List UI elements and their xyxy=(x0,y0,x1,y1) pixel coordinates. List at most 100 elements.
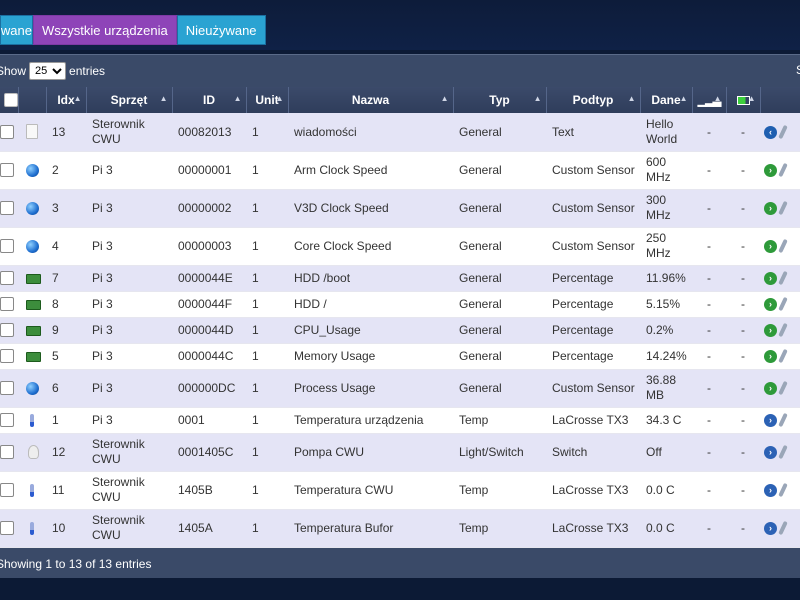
table-row: 9 Pi 3 0000044D 1 CPU_Usage General Percentage… xyxy=(0,317,800,344)
edit-pencil-icon[interactable] xyxy=(778,483,788,498)
id-cell: 0000044F xyxy=(172,291,246,318)
row-checkbox[interactable] xyxy=(0,413,14,428)
device-icon-cell xyxy=(18,189,46,228)
row-actions-cell: › xyxy=(760,471,800,510)
edit-pencil-icon[interactable] xyxy=(778,349,788,364)
select-all-checkbox[interactable] xyxy=(4,93,17,108)
activate-icon[interactable]: › xyxy=(764,521,777,535)
battery-cell: - xyxy=(726,113,760,152)
devices-panel: Show 25 entries S Idx▲ Sprzęt▲ ID▲ Unit▲… xyxy=(0,54,800,579)
thermometer-icon xyxy=(30,414,34,428)
subtype-cell: Text xyxy=(546,113,640,152)
bottom-band xyxy=(0,578,800,600)
edit-pencil-icon[interactable] xyxy=(778,381,788,396)
data-cell: 0.2% xyxy=(640,317,692,344)
edit-pencil-icon[interactable] xyxy=(778,297,788,312)
add-favorite-icon[interactable]: › xyxy=(764,349,777,363)
signal-cell: - xyxy=(692,317,726,344)
row-checkbox[interactable] xyxy=(0,297,14,312)
row-checkbox[interactable] xyxy=(0,239,14,254)
edit-pencil-icon[interactable] xyxy=(778,124,788,140)
row-checkbox[interactable] xyxy=(0,125,14,140)
type-cell: General xyxy=(453,227,546,266)
type-cell: General xyxy=(453,317,546,344)
column-header-unit[interactable]: Unit ▲ xyxy=(246,87,289,113)
select-all-header[interactable] xyxy=(0,87,19,113)
column-header-idx[interactable]: Idx ▲ xyxy=(46,87,87,113)
tab-all-devices[interactable]: Wszystkie urządzenia xyxy=(33,15,177,45)
data-cell: 5.15% xyxy=(640,291,692,318)
edit-pencil-icon[interactable] xyxy=(778,201,788,216)
edit-pencil-icon[interactable] xyxy=(778,413,788,428)
row-checkbox[interactable] xyxy=(0,483,14,498)
row-checkbox[interactable] xyxy=(0,163,14,178)
add-favorite-icon[interactable]: › xyxy=(764,297,777,311)
hardware-cell: Pi 3 xyxy=(86,265,172,292)
globe-icon xyxy=(26,382,39,396)
tab-used[interactable]: Używane xyxy=(0,15,33,45)
row-checkbox[interactable] xyxy=(0,271,14,286)
idx-cell: 10 xyxy=(46,509,86,548)
table-row: 10 Sterownik CWU 1405A 1 Temperatura Bufor Te… xyxy=(0,509,800,548)
row-checkbox[interactable] xyxy=(0,521,14,536)
row-select-cell xyxy=(0,471,18,510)
table-row: 3 Pi 3 00000002 1 V3D Clock Speed General Cust… xyxy=(0,189,800,228)
row-checkbox[interactable] xyxy=(0,445,14,460)
column-header-hardware[interactable]: Sprzęt ▲ xyxy=(86,87,173,113)
id-cell: 0001 xyxy=(172,407,246,434)
edit-pencil-icon[interactable] xyxy=(778,323,788,338)
signal-cell: - xyxy=(692,151,726,190)
edit-pencil-icon[interactable] xyxy=(778,163,788,178)
row-select-cell xyxy=(0,433,18,472)
idx-cell: 8 xyxy=(46,291,86,318)
unit-cell: 1 xyxy=(246,509,288,548)
subtype-cell: Custom Sensor xyxy=(546,369,640,408)
edit-pencil-icon[interactable] xyxy=(778,445,788,460)
add-favorite-icon[interactable]: › xyxy=(764,323,777,337)
column-header-signal[interactable]: ▁▂▃ ▲ xyxy=(692,87,727,113)
globe-icon xyxy=(26,240,39,254)
battery-cell: - xyxy=(726,189,760,228)
column-header-subtype[interactable]: Podtyp ▲ xyxy=(546,87,641,113)
type-cell: General xyxy=(453,291,546,318)
table-row: 6 Pi 3 000000DC 1 Process Usage General Custom… xyxy=(0,369,800,408)
device-icon-cell xyxy=(18,113,46,152)
row-checkbox[interactable] xyxy=(0,381,14,396)
subtype-cell: Percentage xyxy=(546,343,640,370)
edit-pencil-icon[interactable] xyxy=(778,521,788,536)
column-header-id[interactable]: ID ▲ xyxy=(172,87,247,113)
idx-cell: 7 xyxy=(46,265,86,292)
row-actions-cell: › xyxy=(760,407,800,434)
activate-icon[interactable]: › xyxy=(764,413,777,427)
add-favorite-icon[interactable]: › xyxy=(764,239,777,253)
idx-cell: 6 xyxy=(46,369,86,408)
hardware-cell: Sterownik CWU xyxy=(86,471,172,510)
column-header-type[interactable]: Typ ▲ xyxy=(453,87,547,113)
activate-icon[interactable]: › xyxy=(764,483,777,497)
row-select-cell xyxy=(0,265,18,292)
entries-per-page-select[interactable]: 25 xyxy=(29,62,67,80)
activate-icon[interactable]: › xyxy=(764,445,777,459)
column-header-data[interactable]: Dane ▲ xyxy=(640,87,693,113)
row-checkbox[interactable] xyxy=(0,323,14,338)
add-favorite-icon[interactable]: › xyxy=(764,201,777,215)
length-menu: Show 25 entries xyxy=(0,61,105,81)
add-favorite-icon[interactable]: › xyxy=(764,381,777,395)
column-header-name[interactable]: Nazwa ▲ xyxy=(288,87,454,113)
unit-cell: 1 xyxy=(246,317,288,344)
column-header-battery[interactable]: ▲ xyxy=(726,87,761,113)
hardware-cell: Pi 3 xyxy=(86,151,172,190)
sort-icon: ▲ xyxy=(275,94,284,103)
row-checkbox[interactable] xyxy=(0,349,14,364)
log-arrow-icon[interactable]: ‹ xyxy=(764,125,777,139)
edit-pencil-icon[interactable] xyxy=(778,271,788,286)
add-favorite-icon[interactable]: › xyxy=(764,163,777,177)
name-cell: Pompa CWU xyxy=(288,433,453,472)
subtype-cell: Switch xyxy=(546,433,640,472)
add-favorite-icon[interactable]: › xyxy=(764,271,777,285)
row-checkbox[interactable] xyxy=(0,201,14,216)
tab-unused[interactable]: Nieużywane xyxy=(176,15,266,45)
sort-icon: ▲ xyxy=(533,94,542,103)
device-icon-cell xyxy=(18,407,46,434)
edit-pencil-icon[interactable] xyxy=(778,239,788,254)
